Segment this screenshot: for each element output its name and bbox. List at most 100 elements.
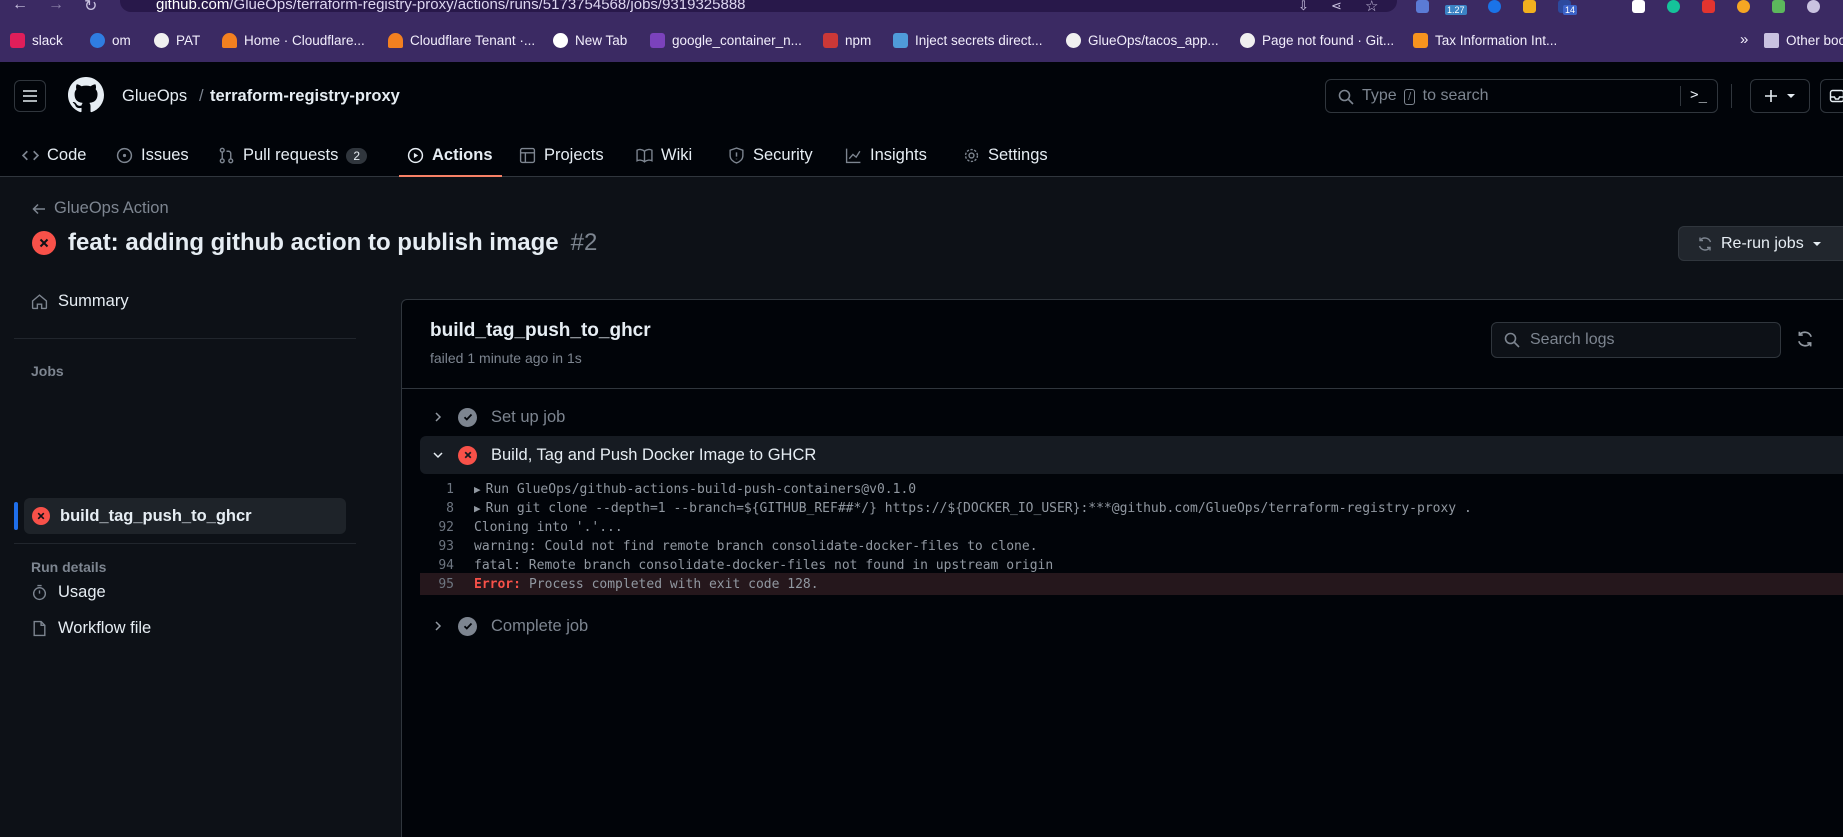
- run-details-heading: Run details: [31, 559, 107, 575]
- workflow-back-link[interactable]: GlueOps Action: [32, 199, 169, 218]
- tab-issues[interactable]: Issues: [116, 134, 189, 177]
- github-icon: [1240, 33, 1255, 48]
- grammarly-icon[interactable]: [1667, 0, 1680, 13]
- file-icon: [33, 620, 46, 637]
- globe-icon: [553, 33, 568, 48]
- error-label: Error:: [474, 576, 521, 592]
- extension-badge: 14: [1563, 5, 1578, 15]
- tab-projects[interactable]: Projects: [519, 134, 604, 177]
- check-circle-icon: [458, 616, 477, 636]
- reload-icon[interactable]: ↻: [84, 0, 97, 16]
- hamburger-icon: [23, 90, 37, 102]
- sidebar-item-summary[interactable]: Summary: [31, 292, 129, 311]
- graph-icon: [845, 148, 861, 164]
- more-bookmarks-button[interactable]: »: [1740, 31, 1748, 48]
- bookmark-item[interactable]: om: [90, 33, 131, 48]
- puzzle-icon[interactable]: [1772, 0, 1785, 13]
- search-logs-input[interactable]: Search logs: [1491, 322, 1781, 358]
- rerun-jobs-button[interactable]: Re-run jobs: [1678, 226, 1843, 261]
- repo-name-link[interactable]: terraform-registry-proxy: [210, 87, 400, 106]
- job-log-panel: build_tag_push_to_ghcr failed 1 minute a…: [401, 299, 1843, 837]
- cloudflare-icon: [388, 33, 403, 48]
- bookmark-item[interactable]: google_container_n...: [650, 33, 802, 48]
- sidebar-item-job[interactable]: build_tag_push_to_ghcr: [24, 498, 346, 534]
- hamburger-menu-button[interactable]: [14, 80, 46, 112]
- sidebar-item-workflow-file[interactable]: Workflow file: [31, 619, 151, 638]
- x-circle-fill-icon: [458, 445, 477, 465]
- x-circle-fill-icon: [32, 507, 50, 525]
- shield-icon: [729, 147, 744, 164]
- search-placeholder: Type / to search: [1362, 87, 1489, 105]
- step-complete-job[interactable]: Complete job: [420, 607, 1843, 645]
- jobs-heading: Jobs: [31, 363, 64, 379]
- folder-icon: [1764, 33, 1779, 48]
- chevron-down-icon: [433, 452, 443, 459]
- extension-icon[interactable]: [1416, 0, 1429, 13]
- bookmark-item[interactable]: GlueOps/tacos_app...: [1066, 33, 1219, 48]
- bookmark-item[interactable]: Cloudflare Tenant ·...: [388, 33, 535, 48]
- command-palette-icon[interactable]: >_: [1690, 87, 1707, 103]
- github-logo-icon[interactable]: [68, 77, 104, 113]
- om-icon: [90, 33, 105, 48]
- home-icon: [31, 294, 48, 310]
- tab-pull-requests[interactable]: Pull requests 2: [218, 134, 368, 177]
- inbox-button[interactable]: [1820, 79, 1843, 113]
- extension-badge: 1.27: [1445, 5, 1467, 15]
- tab-actions[interactable]: Actions: [407, 134, 493, 177]
- sidebar-item-usage[interactable]: Usage: [31, 583, 106, 602]
- triangle-right-icon[interactable]: ▶: [474, 502, 481, 515]
- other-bookmarks-folder[interactable]: Other boo: [1764, 33, 1843, 48]
- bookmark-item[interactable]: PAT: [154, 33, 200, 48]
- selected-job-indicator: [14, 502, 18, 530]
- bookmark-item[interactable]: Inject secrets direct...: [893, 33, 1043, 48]
- extension-icon[interactable]: [1702, 0, 1715, 13]
- gear-icon: [964, 148, 979, 163]
- bookmark-item[interactable]: Page not found · Git...: [1240, 33, 1394, 48]
- tab-insights[interactable]: Insights: [845, 134, 927, 177]
- password-manager-icon[interactable]: [1488, 0, 1501, 13]
- bookmark-star-icon[interactable]: ☆: [1365, 0, 1378, 15]
- extension-icon[interactable]: [1632, 0, 1645, 13]
- slack-icon: [10, 33, 25, 48]
- terraform-icon: [650, 33, 665, 48]
- step-build-tag-push[interactable]: Build, Tag and Push Docker Image to GHCR: [420, 436, 1843, 474]
- back-arrow-icon[interactable]: ←: [12, 0, 28, 14]
- tab-code[interactable]: Code: [22, 134, 86, 177]
- book-icon: [636, 148, 653, 163]
- forward-arrow-icon[interactable]: →: [48, 0, 64, 14]
- actions-play-icon: [407, 147, 424, 164]
- github-icon: [154, 33, 169, 48]
- url-text[interactable]: github.com/GlueOps/terraform-registry-pr…: [156, 0, 746, 13]
- triangle-right-icon[interactable]: ▶: [474, 483, 481, 496]
- cloudflare-icon: [222, 33, 237, 48]
- share-icon[interactable]: ⋖: [1331, 0, 1342, 14]
- table-icon: [519, 147, 536, 164]
- star-extension-icon[interactable]: [1523, 0, 1536, 13]
- bookmark-item[interactable]: slack: [10, 33, 63, 48]
- global-search-input[interactable]: Type / to search >_: [1325, 79, 1718, 113]
- tab-settings[interactable]: Settings: [963, 134, 1048, 177]
- bookmark-item[interactable]: Tax Information Int...: [1413, 33, 1557, 48]
- repo-owner-link[interactable]: GlueOps: [122, 87, 187, 106]
- pull-request-icon: [219, 147, 234, 164]
- tab-wiki[interactable]: Wiki: [636, 134, 692, 177]
- create-new-button[interactable]: [1750, 79, 1810, 113]
- search-icon: [1504, 332, 1520, 348]
- plus-icon: [1765, 90, 1777, 102]
- bookmark-item[interactable]: New Tab: [553, 33, 627, 48]
- install-app-icon[interactable]: ⇩: [1298, 0, 1309, 14]
- repo-nav-tabs: Code Issues Pull requests 2 Actions Proj…: [0, 134, 1843, 177]
- bookmark-item[interactable]: npm: [823, 33, 871, 48]
- profile-icon[interactable]: [1807, 0, 1820, 13]
- box-icon: [1413, 33, 1428, 48]
- triangle-down-icon: [1812, 241, 1821, 246]
- refresh-logs-icon[interactable]: [1796, 330, 1814, 348]
- browser-address-bar: ← → ↻ github.com/GlueOps/terraform-regis…: [0, 0, 1843, 16]
- step-set-up-job[interactable]: Set up job: [420, 398, 1843, 436]
- bookmark-item[interactable]: Home · Cloudflare...: [222, 33, 365, 48]
- run-number: #2: [570, 229, 598, 256]
- check-circle-icon: [458, 407, 477, 427]
- tab-security[interactable]: Security: [728, 134, 813, 177]
- arrow-left-icon: [32, 203, 45, 214]
- extension-icon[interactable]: [1737, 0, 1750, 13]
